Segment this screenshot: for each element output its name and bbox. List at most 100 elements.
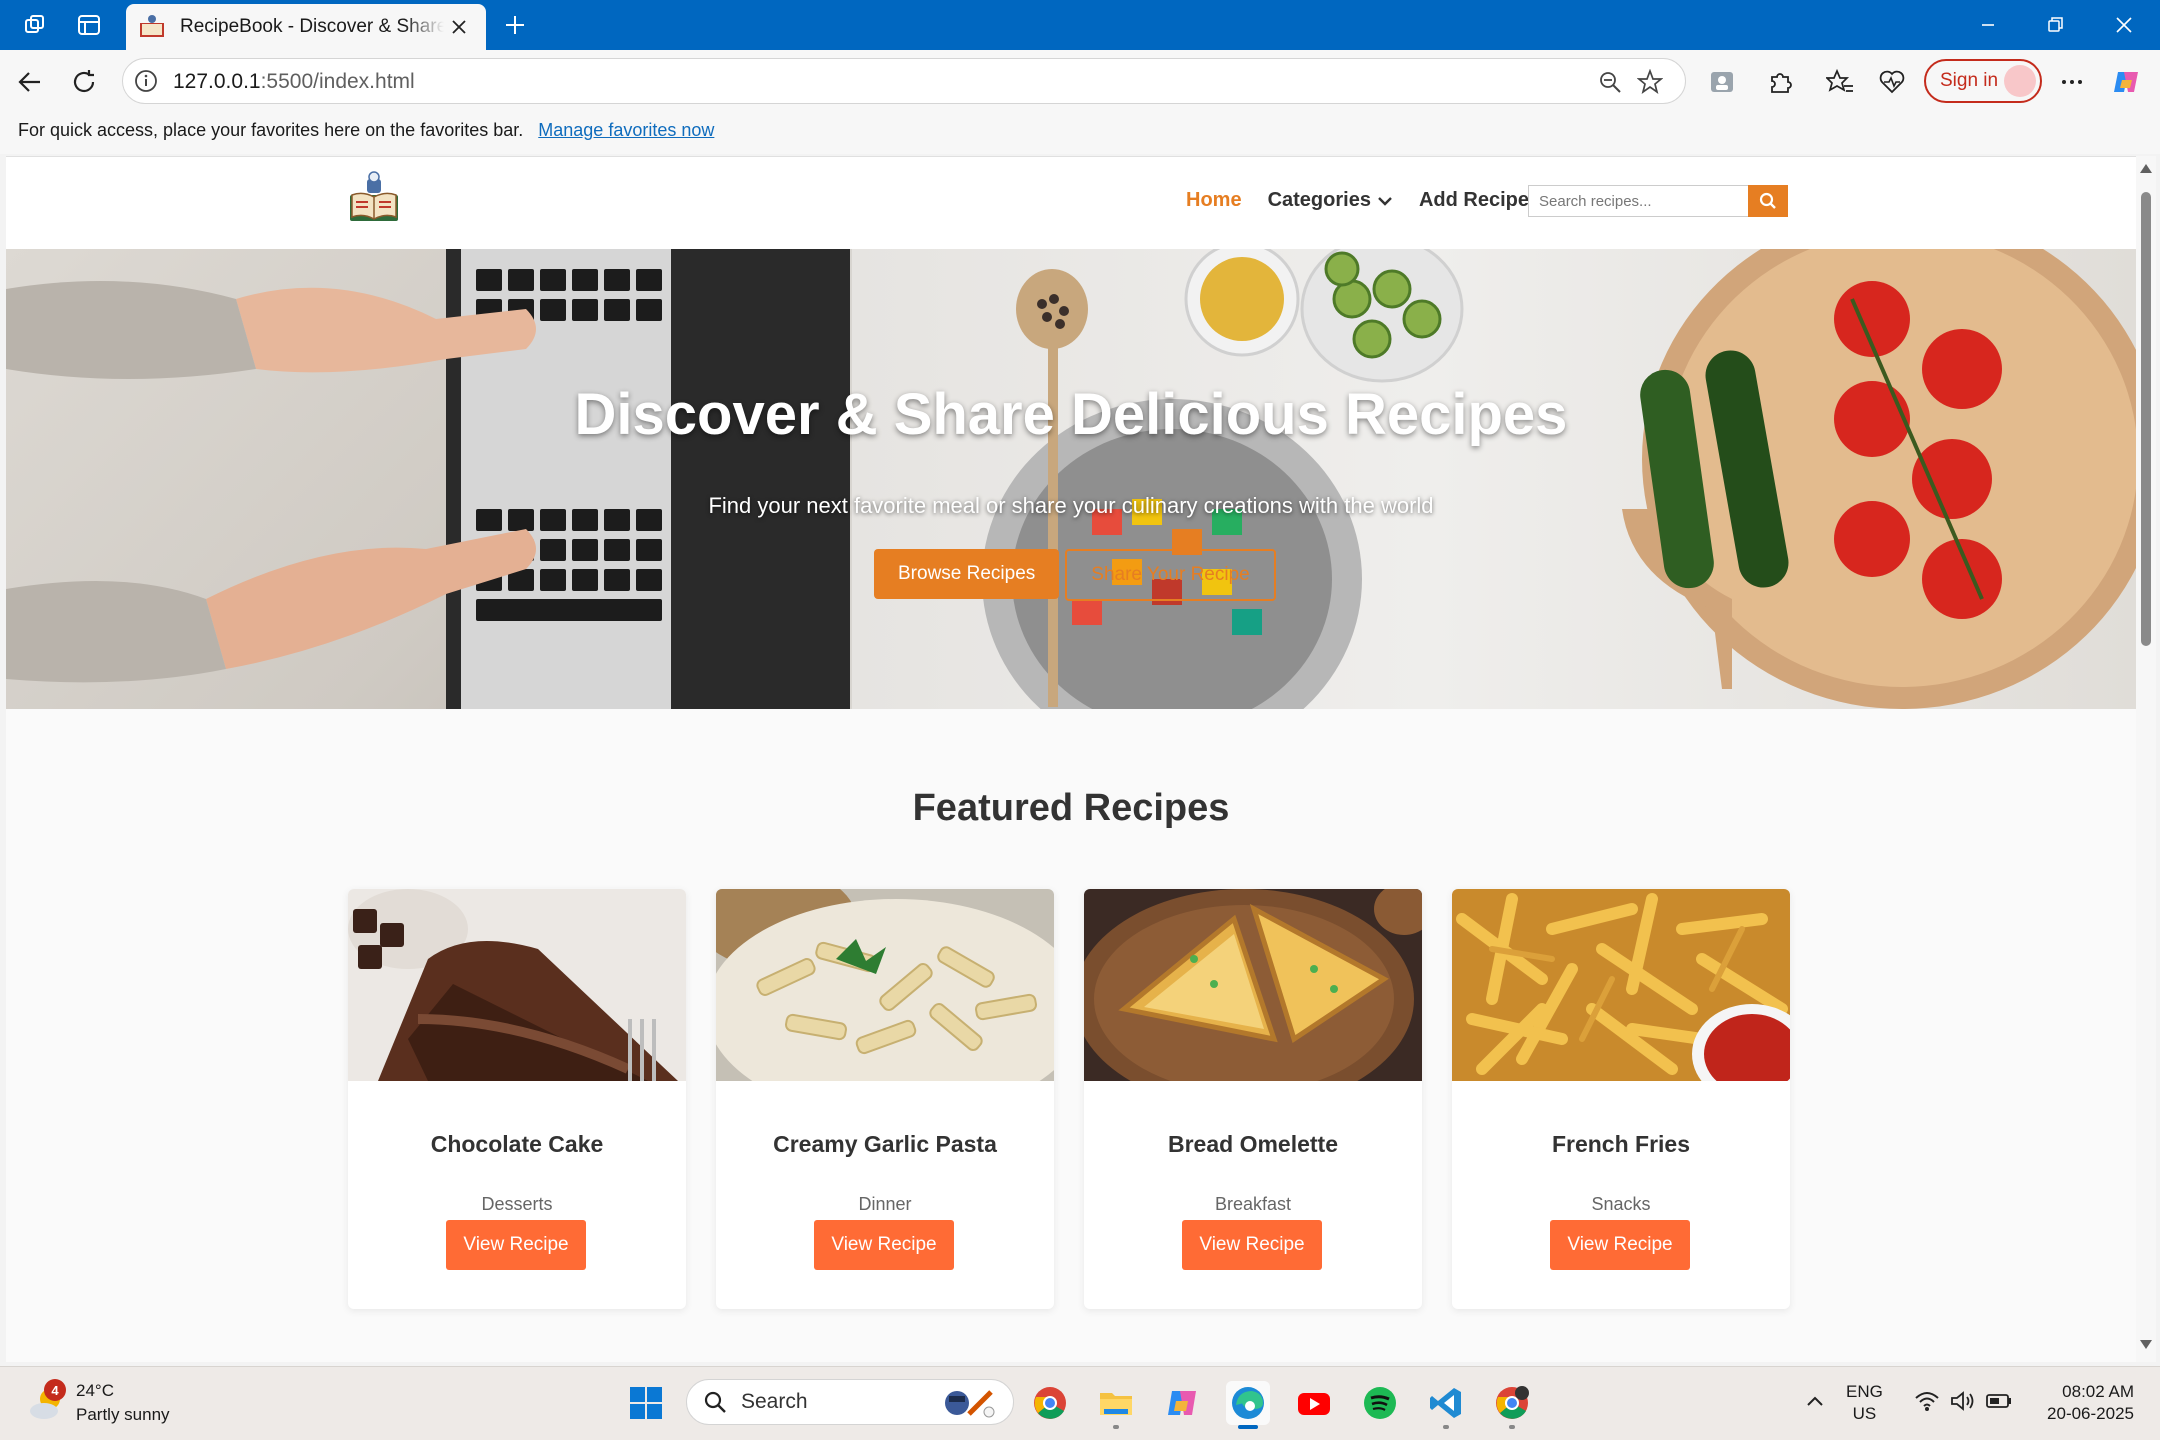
extensions-puzzle-icon[interactable] (1762, 64, 1798, 100)
start-windows-icon[interactable] (624, 1381, 668, 1425)
hero-subtitle: Find your next favorite meal or share yo… (708, 493, 1434, 518)
running-indicator (1509, 1425, 1515, 1429)
system-clock[interactable]: 08:02 AM 20-06-2025 (2034, 1381, 2134, 1425)
search-button[interactable] (1748, 185, 1788, 217)
back-arrow-icon[interactable] (12, 64, 48, 100)
recipe-image-french-fries (1452, 889, 1790, 1081)
chrome-profile-icon[interactable] (1490, 1381, 1534, 1429)
scroll-down-arrow-icon[interactable] (2140, 1340, 2152, 1349)
new-tab-plus-icon[interactable] (498, 8, 532, 42)
profile-extension-icon[interactable] (1704, 64, 1740, 100)
search-icon (704, 1391, 726, 1413)
copilot-app-icon[interactable] (1160, 1381, 1204, 1425)
view-recipe-button[interactable]: View Recipe (446, 1220, 586, 1270)
nav-add-recipe[interactable]: Add Recipe (1419, 189, 1529, 212)
url-text[interactable]: 127.0.0.1:5500/index.html (173, 70, 415, 94)
avatar (2004, 65, 2036, 97)
lang-region: US (1852, 1404, 1877, 1423)
copilot-icon[interactable] (2108, 64, 2144, 100)
edge-icon[interactable] (1226, 1381, 1270, 1429)
recipe-name: Chocolate Cake (430, 1131, 604, 1157)
recipe-name: Bread Omelette (1167, 1131, 1338, 1157)
volume-icon[interactable] (1948, 1381, 1978, 1421)
show-hidden-icons-chevron-up-icon[interactable] (1800, 1381, 1830, 1421)
vscode-icon[interactable] (1424, 1381, 1468, 1429)
chevron-down-icon (1378, 196, 1392, 206)
url-path: :5500/index.html (260, 70, 415, 93)
recipe-card: Bread Omelette Breakfast View Recipe (1084, 889, 1422, 1309)
input-language[interactable]: ENG US (1846, 1381, 1883, 1425)
recipebook-logo-icon[interactable] (346, 171, 402, 225)
close-tab-icon[interactable] (444, 12, 474, 42)
recipe-card: Creamy Garlic Pasta Dinner View Recipe (716, 889, 1054, 1309)
battery-icon[interactable] (1984, 1381, 2014, 1421)
tab-actions-icon[interactable] (74, 10, 104, 40)
taskbar-search-label: Search (741, 1390, 808, 1413)
more-options-icon[interactable] (2054, 64, 2090, 100)
search-icon (1759, 192, 1776, 209)
manage-favorites-link[interactable]: Manage favorites now (538, 120, 714, 140)
tab-title: RecipeBook - Discover & Share Recipes (180, 16, 444, 37)
youtube-icon[interactable] (1292, 1381, 1336, 1425)
sign-in-button[interactable]: Sign in (1924, 59, 2042, 103)
running-indicator (1113, 1425, 1119, 1429)
scrollbar-thumb[interactable] (2141, 192, 2151, 646)
refresh-icon[interactable] (66, 64, 102, 100)
file-explorer-icon[interactable] (1094, 1381, 1138, 1429)
browse-recipes-button[interactable]: Browse Recipes (874, 549, 1060, 599)
partly-sunny-icon: 4 (28, 1379, 68, 1423)
recipe-category: Dinner (858, 1194, 912, 1214)
favorites-bar: For quick access, place your favorites h… (0, 112, 2160, 154)
zoom-icon[interactable] (1595, 67, 1625, 97)
recipe-image-bread-omelette (1084, 889, 1422, 1081)
browser-title-bar: RecipeBook - Discover & Share Recipes (0, 0, 2160, 50)
recipe-name: French Fries (1551, 1131, 1691, 1157)
clock-date: 20-06-2025 (2047, 1404, 2134, 1423)
chrome-icon[interactable] (1028, 1381, 1072, 1425)
view-recipe-button[interactable]: View Recipe (814, 1220, 954, 1270)
url-host: 127.0.0.1 (173, 70, 261, 93)
site-info-icon[interactable] (133, 68, 159, 94)
running-indicator (1443, 1425, 1449, 1429)
view-recipe-button[interactable]: View Recipe (1182, 1220, 1322, 1270)
recipe-category: Snacks (1591, 1194, 1651, 1214)
taskbar-search-box[interactable]: Search (686, 1379, 1014, 1425)
recipe-cards: Chocolate Cake Desserts View Recipe Crea… (348, 889, 1790, 1309)
favorite-star-icon[interactable] (1635, 67, 1665, 97)
clock-time: 08:02 AM (2062, 1382, 2134, 1401)
restore-icon[interactable] (2022, 0, 2090, 50)
workspaces-icon[interactable] (20, 10, 50, 40)
web-page-viewport: Home Categories Add Recipe Search recipe… (6, 156, 2136, 1362)
active-indicator (1238, 1425, 1258, 1429)
minimize-icon[interactable] (1954, 0, 2022, 50)
hero-buttons: Browse Recipes Share Your Recipe (874, 549, 1276, 601)
browser-essentials-heart-icon[interactable] (1874, 64, 1910, 100)
nav-home[interactable]: Home (1186, 189, 1242, 212)
search-input[interactable] (1528, 185, 1748, 217)
hero-section: Discover & Share Delicious Recipes Find … (6, 249, 2136, 709)
scroll-up-arrow-icon[interactable] (2140, 164, 2152, 173)
wifi-icon[interactable] (1912, 1381, 1942, 1421)
site-search (1528, 185, 1788, 217)
hero-image-laptop (6, 249, 850, 709)
view-recipe-button[interactable]: View Recipe (1550, 1220, 1690, 1270)
recipe-image-chocolate-cake (348, 889, 686, 1081)
site-header: Home Categories Add Recipe (6, 157, 2136, 249)
address-bar[interactable]: 127.0.0.1:5500/index.html (122, 58, 1686, 104)
spotify-icon[interactable] (1358, 1381, 1402, 1425)
weather-temp: 24°C (76, 1381, 114, 1400)
weather-widget[interactable]: 4 24°C Partly sunny (28, 1379, 170, 1427)
nav-categories-label: Categories (1267, 189, 1371, 211)
recipe-image-creamy-garlic-pasta (716, 889, 1054, 1081)
nav-categories[interactable]: Categories (1268, 189, 1393, 212)
recipe-category: Desserts (481, 1194, 553, 1214)
hero-image-ingredients (852, 249, 2136, 709)
favorites-icon[interactable] (1822, 64, 1858, 100)
share-recipe-button[interactable]: Share Your Recipe (1065, 549, 1276, 601)
recipe-card: Chocolate Cake Desserts View Recipe (348, 889, 686, 1309)
close-window-icon[interactable] (2090, 0, 2158, 50)
page-scrollbar[interactable] (2136, 156, 2156, 1362)
weather-desc: Partly sunny (76, 1405, 170, 1424)
browser-tab-active[interactable]: RecipeBook - Discover & Share Recipes (126, 4, 486, 50)
recipe-card: French Fries Snacks View Recipe (1452, 889, 1790, 1309)
